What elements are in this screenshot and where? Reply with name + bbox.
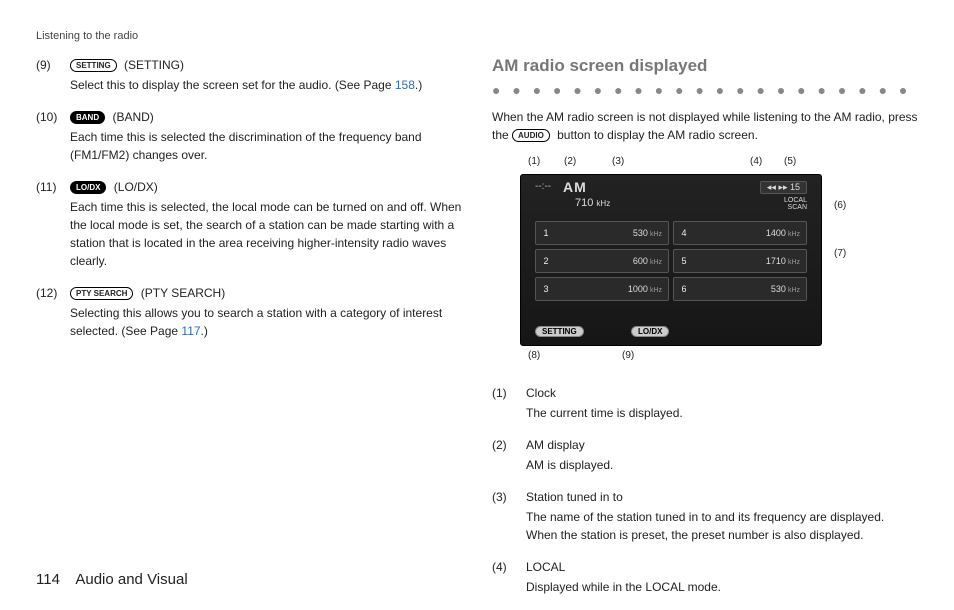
page-number: 114 <box>36 571 72 588</box>
band-display: AM <box>563 179 587 195</box>
audio-icon: AUDIO <box>512 129 550 142</box>
lodx-button[interactable]: LO/DX <box>631 326 669 337</box>
item-label: LOCAL <box>526 560 565 574</box>
list-item: (11) LO/DX (LO/DX) Each time this is sel… <box>36 178 462 270</box>
item-desc: Select this to display the screen set fo… <box>70 76 462 94</box>
preset-button[interactable]: 1530kHz <box>535 221 669 245</box>
setting-button[interactable]: SETTING <box>535 326 584 337</box>
item-label: (SETTING) <box>124 58 184 72</box>
local-scan: LOCALSCAN <box>784 197 807 211</box>
list-item: (9) SETTING (SETTING) Select this to dis… <box>36 56 462 94</box>
preset-button[interactable]: 31000kHz <box>535 277 669 301</box>
item-number: (4) <box>492 558 526 596</box>
callout-9: (9) <box>622 350 634 361</box>
item-desc: Each time this is selected the discrimin… <box>70 128 462 164</box>
item-number: (3) <box>492 488 526 544</box>
am-radio-screen: --:-- AM 710 kHz ◂◂ ▸▸ 15 LOCALSCAN 1530… <box>520 174 822 346</box>
page-link[interactable]: 117 <box>181 324 200 338</box>
item-desc: The current time is displayed. <box>526 404 918 422</box>
item-number: (9) <box>36 56 70 94</box>
list-item: (3) Station tuned in to The name of the … <box>492 488 918 544</box>
item-label: AM display <box>526 438 585 452</box>
preset-button[interactable]: 41400kHz <box>673 221 807 245</box>
intro-text: When the AM radio screen is not displaye… <box>492 108 918 144</box>
item-desc: Selecting this allows you to search a st… <box>70 304 462 340</box>
preset-button[interactable]: 51710kHz <box>673 249 807 273</box>
lodx-icon: LO/DX <box>70 181 106 194</box>
preset-button[interactable]: 2600kHz <box>535 249 669 273</box>
right-column: AM radio screen displayed ● ● ● ● ● ● ● … <box>492 56 918 610</box>
footer: 114 Audio and Visual <box>36 571 188 588</box>
item-label: Clock <box>526 386 556 400</box>
list-item: (2) AM display AM is displayed. <box>492 436 918 474</box>
page-link[interactable]: 158 <box>395 78 415 92</box>
band-icon: BAND <box>70 111 105 124</box>
page: Listening to the radio (9) SETTING (SETT… <box>0 0 954 608</box>
list-item: (10) BAND (BAND) Each time this is selec… <box>36 108 462 164</box>
callout-6: (6) <box>834 200 846 211</box>
item-label: Station tuned in to <box>526 490 623 504</box>
item-number: (11) <box>36 178 70 270</box>
item-desc: The name of the station tuned in to and … <box>526 508 918 544</box>
clock: --:-- <box>535 181 551 192</box>
list-item: (4) LOCAL Displayed while in the LOCAL m… <box>492 558 918 596</box>
item-desc: AM is displayed. <box>526 456 918 474</box>
item-desc: Each time this is selected, the local mo… <box>70 198 462 270</box>
running-header: Listening to the radio <box>36 30 918 42</box>
setting-icon: SETTING <box>70 59 117 72</box>
columns: (9) SETTING (SETTING) Select this to dis… <box>36 56 918 610</box>
item-number: (2) <box>492 436 526 474</box>
callout-1: (1) <box>528 156 540 167</box>
callout-3: (3) <box>612 156 624 167</box>
footer-section: Audio and Visual <box>75 571 187 588</box>
frequency: 710 kHz <box>575 197 610 209</box>
callout-8: (8) <box>528 350 540 361</box>
callout-4: (4) <box>750 156 762 167</box>
section-title: AM radio screen displayed <box>492 56 918 76</box>
decorative-dots: ● ● ● ● ● ● ● ● ● ● ● ● ● ● ● ● ● ● ● ● … <box>492 82 918 98</box>
list-item: (1) Clock The current time is displayed. <box>492 384 918 422</box>
preset-button[interactable]: 6530kHz <box>673 277 807 301</box>
callout-5: (5) <box>784 156 796 167</box>
callout-7: (7) <box>834 248 846 259</box>
item-label: (BAND) <box>112 110 153 124</box>
item-number: (10) <box>36 108 70 164</box>
presets: 1530kHz 41400kHz 2600kHz 51710kHz 31000k… <box>535 221 807 301</box>
left-column: (9) SETTING (SETTING) Select this to dis… <box>36 56 462 610</box>
item-desc: Displayed while in the LOCAL mode. <box>526 578 918 596</box>
callout-2: (2) <box>564 156 576 167</box>
item-label: (LO/DX) <box>114 180 158 194</box>
pty-search-icon: PTY SEARCH <box>70 287 133 300</box>
figure: (1) (2) (3) (4) (5) (6) (7) (8) (9) --:-… <box>492 156 872 366</box>
seek-button[interactable]: ◂◂ ▸▸ 15 <box>760 181 807 194</box>
item-number: (1) <box>492 384 526 422</box>
list-item: (12) PTY SEARCH (PTY SEARCH) Selecting t… <box>36 284 462 340</box>
item-number: (12) <box>36 284 70 340</box>
item-label: (PTY SEARCH) <box>141 286 225 300</box>
